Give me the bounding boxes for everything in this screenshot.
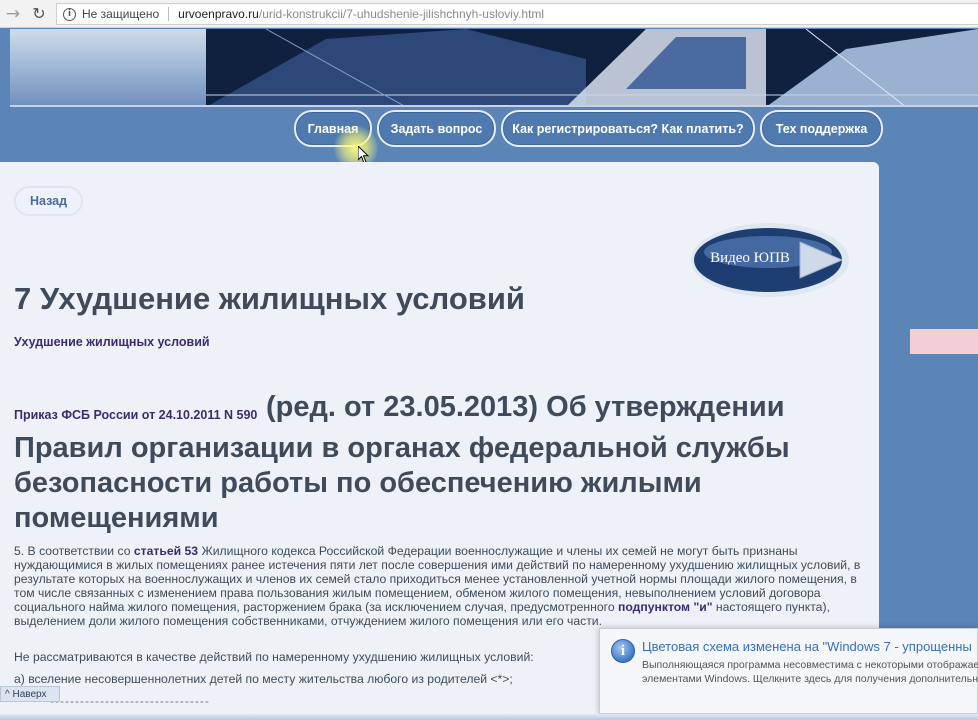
header-banner xyxy=(10,29,978,107)
article-paragraph: 5. В соответствии со статьей 53 Жилищног… xyxy=(14,544,866,628)
address-bar[interactable]: i Не защищено urvoenpravo.ru/urid-konstr… xyxy=(56,3,978,25)
url-path: /urid-konstrukcii/7-uhudshenie-jilishchn… xyxy=(258,7,545,21)
paragraph-text: 5. В соответствии со xyxy=(14,544,134,558)
reload-button[interactable]: ↻ xyxy=(26,0,52,28)
page-subtitle: Ухудшение жилищных условий xyxy=(14,335,210,349)
notification-line: Выполняющаяся программа несовместима с н… xyxy=(642,659,978,671)
article-53-link[interactable]: статьей 53 xyxy=(134,544,198,558)
forward-button[interactable]: → xyxy=(0,0,26,28)
back-button[interactable]: Назад xyxy=(14,186,83,216)
notification-text: Выполняющаяся программа несовместима с н… xyxy=(642,658,978,686)
order-link[interactable]: Приказ ФСБ России от 24.10.2011 N 590 xyxy=(14,408,257,422)
info-icon[interactable]: i xyxy=(63,7,76,21)
video-button-label: Видео ЮПВ xyxy=(710,250,790,266)
info-icon: i xyxy=(611,639,635,663)
page-title: 7 Ухудшение жилищных условий xyxy=(14,281,525,316)
windows-notification[interactable]: i Цветовая схема изменена на "Windows 7 … xyxy=(599,628,978,714)
rules-heading: Правил организации в органах федеральной… xyxy=(14,432,790,534)
footnote-separator: -------------------------------- xyxy=(50,694,210,708)
banner-left-image xyxy=(10,29,206,105)
paragraph-item-a: а) вселение несовершеннолетних детей по … xyxy=(14,672,513,686)
nav-ask-question-button[interactable]: Задать вопрос xyxy=(377,110,496,147)
nav-support-button[interactable]: Тех поддержка xyxy=(760,110,883,147)
reload-icon: ↻ xyxy=(32,4,46,23)
subparagraph-link[interactable]: подпунктом "и" xyxy=(618,600,713,614)
notification-title: Цветовая схема изменена на "Windows 7 - … xyxy=(642,639,972,654)
scroll-top-button[interactable]: ^ Наверх xyxy=(0,686,60,702)
side-banner-strip xyxy=(910,329,978,354)
order-heading: (ред. от 23.05.2013) Об утверждении xyxy=(266,391,785,423)
taskbar xyxy=(0,714,978,720)
browser-toolbar: → ↻ i Не защищено urvoenpravo.ru/urid-ko… xyxy=(0,0,978,28)
banner-tech-image xyxy=(206,29,978,105)
top-navigation: Главная Задать вопрос Как регистрировать… xyxy=(0,110,978,148)
url-host: urvoenpravo.ru xyxy=(178,7,259,21)
security-label: Не защищено xyxy=(82,7,160,21)
nav-registration-button[interactable]: Как регистрироваться? Как платить? xyxy=(501,110,755,147)
paragraph-exceptions: Не рассматриваются в качестве действий п… xyxy=(14,650,534,664)
address-separator xyxy=(168,7,170,21)
arrow-right-icon: → xyxy=(5,3,21,24)
notification-line: элементами Windows. Щелкните здесь для п… xyxy=(642,673,978,685)
